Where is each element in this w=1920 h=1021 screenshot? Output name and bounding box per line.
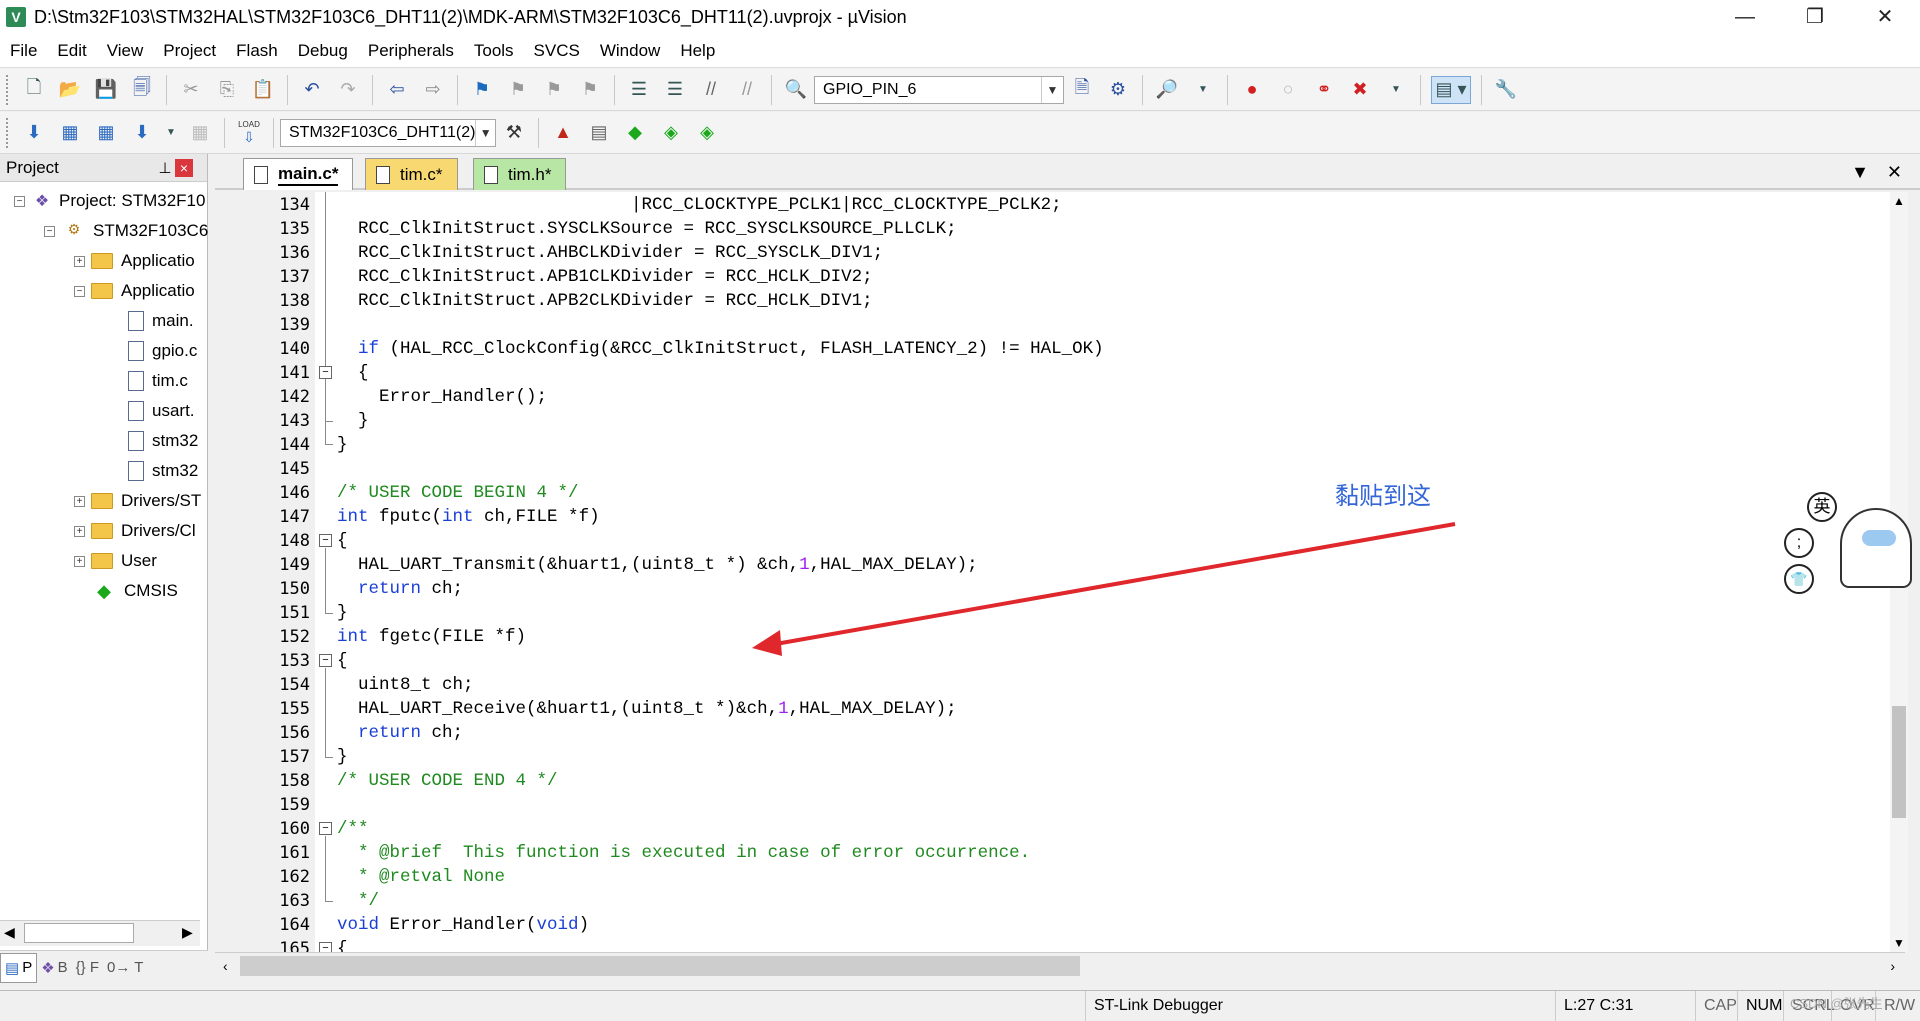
cursor-position: L:27 C:31: [1555, 991, 1685, 1021]
status-bar: ST-Link Debugger L:27 C:31 CAP NUM SCRL …: [0, 990, 1920, 1021]
num-indicator: NUM: [1737, 991, 1783, 1021]
annotation-arrow: [752, 522, 1456, 656]
ime-skin-icon[interactable]: 👕: [1784, 564, 1814, 594]
mascot-icon: [1840, 508, 1912, 588]
debugger-status: ST-Link Debugger: [1085, 991, 1545, 1021]
watermark: CSDN @张先生: [1790, 996, 1883, 1011]
ime-english-icon[interactable]: 英: [1807, 492, 1837, 522]
ime-punct-icon[interactable]: ;: [1784, 528, 1814, 558]
ime-sticker: 英 ; 👕: [1780, 488, 1920, 598]
caps-indicator: CAP: [1695, 991, 1737, 1021]
